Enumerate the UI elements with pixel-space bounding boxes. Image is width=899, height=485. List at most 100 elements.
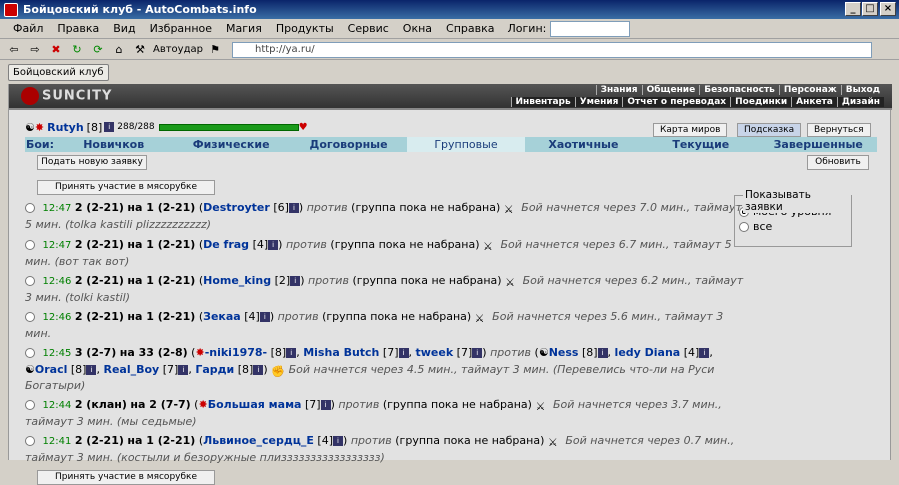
left-panel-splitter[interactable] <box>0 84 8 460</box>
player-name[interactable]: Destroyter <box>203 201 270 214</box>
forward-icon[interactable]: ⇨ <box>27 42 43 58</box>
tab-physical[interactable]: Физические <box>172 137 289 152</box>
info-icon[interactable]: i <box>320 400 331 410</box>
tools-icon[interactable]: ⚒ <box>132 42 148 58</box>
home-icon[interactable]: ⌂ <box>111 42 127 58</box>
back-icon[interactable]: ⇦ <box>6 42 22 58</box>
maximize-button[interactable]: □ <box>862 2 878 16</box>
player-name[interactable]: Oracl <box>35 363 68 376</box>
request-radio[interactable] <box>25 276 35 286</box>
menu-edit[interactable]: Правка <box>50 22 106 35</box>
tab-novice[interactable]: Новичков <box>55 137 172 152</box>
menu-magic[interactable]: Магия <box>219 22 269 35</box>
nav-character[interactable]: Персонаж <box>778 85 841 95</box>
tab-chaotic[interactable]: Хаотичные <box>525 137 642 152</box>
player-name[interactable]: Большая мама <box>208 398 302 411</box>
reload-icon[interactable]: ⟳ <box>90 42 106 58</box>
swords-icon: ⚔ <box>505 276 515 289</box>
hint-button[interactable]: Подсказка <box>737 123 802 137</box>
info-icon[interactable]: i <box>259 312 270 322</box>
nav-design[interactable]: Дизайн <box>836 97 884 107</box>
player-name[interactable]: Misha Butch <box>303 346 379 359</box>
user-name[interactable]: Rutyh <box>47 121 84 134</box>
player-name[interactable]: ledy Diana <box>615 346 681 359</box>
info-icon[interactable]: i <box>104 122 115 132</box>
menu-service[interactable]: Сервис <box>341 22 396 35</box>
show-option-all[interactable]: все <box>739 220 847 233</box>
menu-favorites[interactable]: Избранное <box>143 22 219 35</box>
logo-emblem-icon <box>21 87 39 105</box>
autoudar-button[interactable]: Автоудар <box>153 44 203 55</box>
nav-transfers[interactable]: Отчет о переводах <box>622 97 730 107</box>
request-radio[interactable] <box>25 400 35 410</box>
player-name[interactable]: tweek <box>416 346 454 359</box>
list-item: 12:46 2 (2-21) на 1 (2-21) (Home_king [2… <box>25 274 744 304</box>
nav-security[interactable]: Безопасность <box>699 85 779 95</box>
close-button[interactable]: × <box>880 2 896 16</box>
radio-icon[interactable] <box>739 222 749 232</box>
menu-windows[interactable]: Окна <box>396 22 439 35</box>
player-name[interactable]: De frag <box>203 238 249 251</box>
right-panel-splitter[interactable] <box>891 84 899 460</box>
info-icon[interactable]: i <box>268 240 279 250</box>
tab-group[interactable]: Групповые <box>407 137 525 152</box>
back-button[interactable]: Вернуться <box>807 123 871 137</box>
player-name[interactable]: -niki1978- <box>205 346 267 359</box>
player-name[interactable]: Львиное_сердц_Е <box>203 434 314 447</box>
info-icon[interactable]: i <box>288 203 299 213</box>
address-bar[interactable]: http://ya.ru/ <box>232 41 872 58</box>
refresh-button[interactable]: Обновить <box>807 155 869 170</box>
request-radio[interactable] <box>25 436 35 446</box>
menu-file[interactable]: Файл <box>6 22 50 35</box>
nav-duels[interactable]: Поединки <box>730 97 791 107</box>
player-name[interactable]: Real_Boy <box>103 363 159 376</box>
nav-social[interactable]: Общение <box>641 85 700 95</box>
request-radio[interactable] <box>25 240 35 250</box>
refresh-icon[interactable]: ↻ <box>69 42 85 58</box>
nav-inventory[interactable]: Инвентарь <box>510 97 575 107</box>
player-name[interactable]: Ness <box>549 346 579 359</box>
tab-finished[interactable]: Завершенные <box>760 137 877 152</box>
map-button[interactable]: Карта миров <box>653 123 728 137</box>
info-icon[interactable]: i <box>699 348 710 358</box>
menu-help[interactable]: Справка <box>439 22 501 35</box>
info-icon[interactable]: i <box>286 348 297 358</box>
request-radio[interactable] <box>25 203 35 213</box>
info-icon[interactable]: i <box>597 348 608 358</box>
versus-text: против <box>308 274 349 287</box>
tab-fight-club[interactable]: Бойцовский клуб <box>8 63 109 81</box>
nav-exit[interactable]: Выход <box>840 85 884 95</box>
alignment-icon: ☯ <box>25 363 35 376</box>
info-icon[interactable]: i <box>86 365 97 375</box>
show-requests-box: Показывать заявки моего уровня все <box>734 189 852 247</box>
info-icon[interactable]: i <box>398 348 409 358</box>
menu-view[interactable]: Вид <box>106 22 142 35</box>
join-top-button[interactable]: Принять участие в мясорубке <box>37 180 215 195</box>
request-radio[interactable] <box>25 312 35 322</box>
app-icon <box>4 2 18 17</box>
nav-skills[interactable]: Умения <box>574 97 623 107</box>
autoudar-toggle-icon[interactable]: ⚑ <box>207 42 223 58</box>
nav-knowledge[interactable]: Знания <box>595 85 642 95</box>
request-radio[interactable] <box>25 348 35 358</box>
info-icon[interactable]: i <box>472 348 483 358</box>
player-name[interactable]: Зекаа <box>203 310 241 323</box>
login-input[interactable] <box>550 20 631 37</box>
info-icon[interactable]: i <box>290 276 301 286</box>
player-name[interactable]: Home_king <box>203 274 271 287</box>
menu-products[interactable]: Продукты <box>269 22 341 35</box>
join-bottom-button[interactable]: Принять участие в мясорубке <box>37 470 215 485</box>
info-icon[interactable]: i <box>333 436 344 446</box>
minimize-button[interactable]: _ <box>845 2 861 16</box>
stop-icon[interactable]: ✖ <box>48 42 64 58</box>
new-request-button[interactable]: Подать новую заявку <box>37 155 147 170</box>
player-level: [8] <box>270 346 287 359</box>
request-team-a: 2 (2-21) <box>74 434 124 447</box>
tab-current[interactable]: Текущие <box>642 137 759 152</box>
player-name[interactable]: Гарди <box>195 363 234 376</box>
info-icon[interactable]: i <box>253 365 264 375</box>
tab-contract[interactable]: Договорные <box>290 137 407 152</box>
clan-icon: ✸ <box>34 120 45 134</box>
info-icon[interactable]: i <box>178 365 189 375</box>
nav-profile[interactable]: Анкета <box>791 97 837 107</box>
